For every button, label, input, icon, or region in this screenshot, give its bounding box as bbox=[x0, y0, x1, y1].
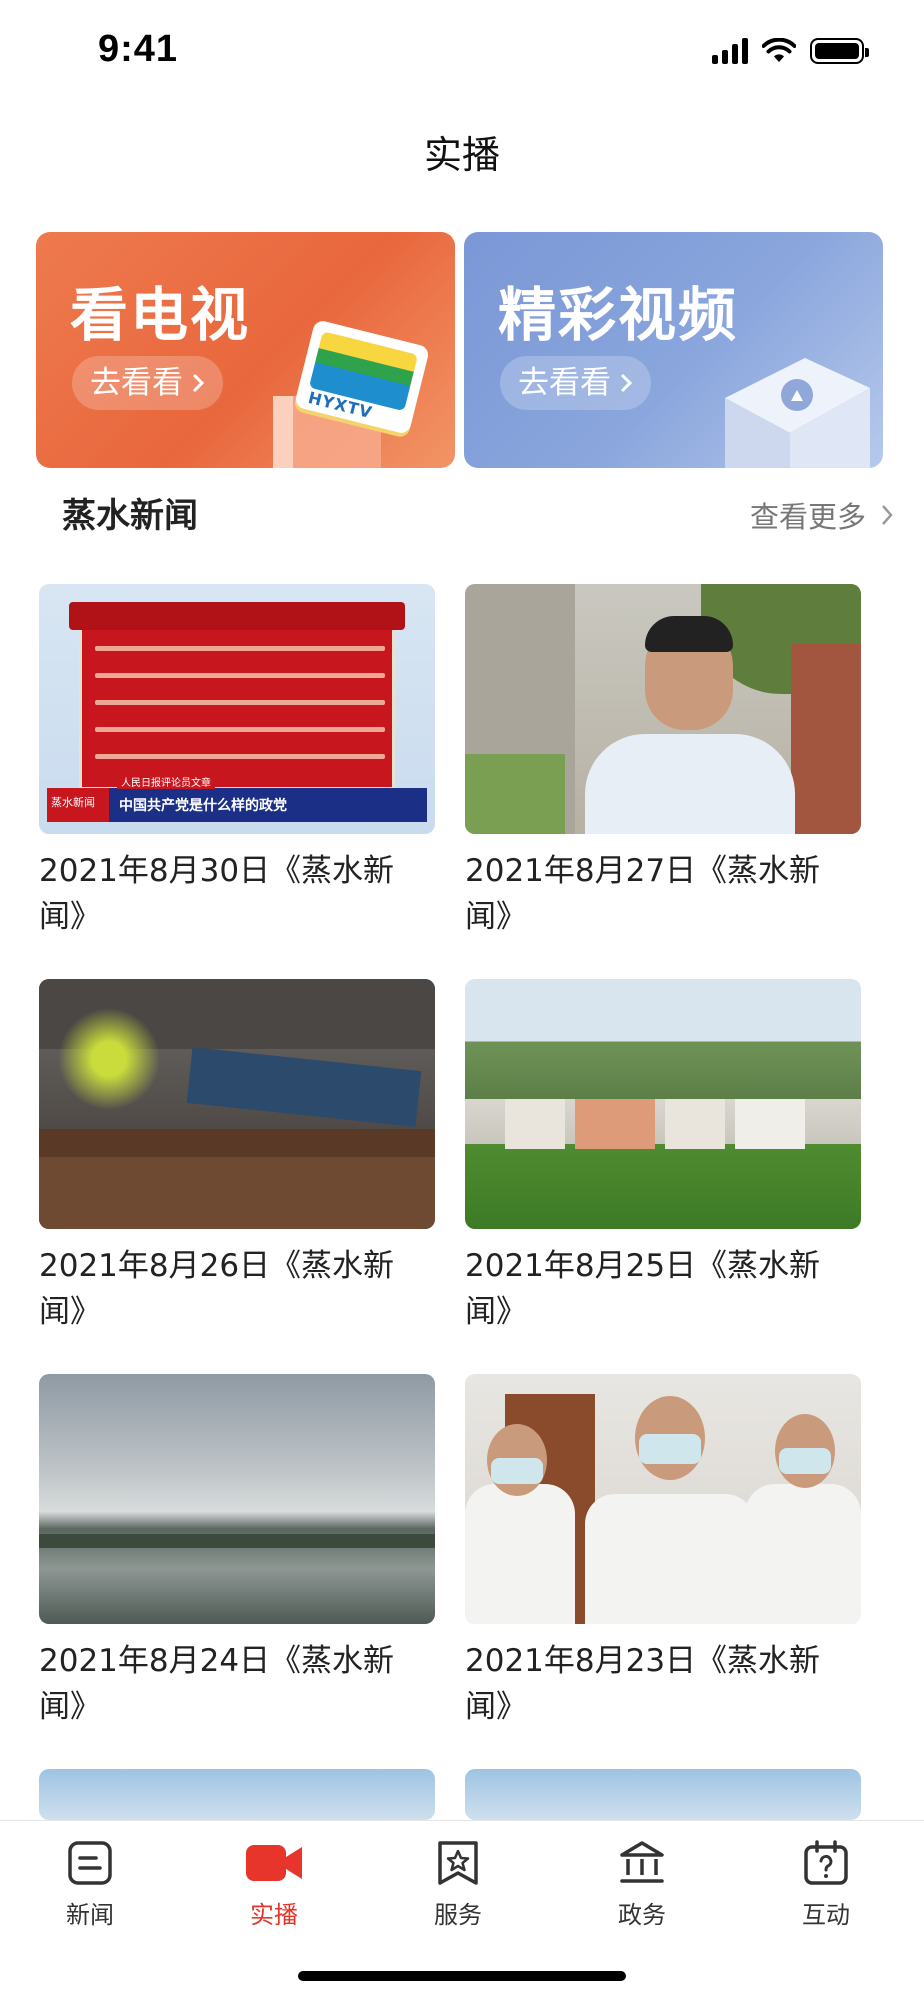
tab-label: 政务 bbox=[618, 1901, 666, 1929]
news-thumbnail: 蒸水新闻 人民日报评论员文章 中国共产党是什么样的政党 bbox=[39, 584, 435, 834]
wifi-icon bbox=[762, 38, 796, 62]
status-time: 9:41 bbox=[98, 28, 179, 70]
banner-title: 看电视 bbox=[70, 281, 251, 349]
banner-title: 精彩视频 bbox=[498, 281, 739, 349]
page-title: 实播 bbox=[423, 133, 500, 177]
news-title: 2021年8月26日《蒸水新闻》 bbox=[39, 1248, 395, 1330]
featured-video-go-button[interactable]: 去看看 bbox=[500, 356, 651, 410]
news-card[interactable]: 蒸水新闻 人民日报评论员文章 中国共产党是什么样的政党 2021年8月30日《蒸… bbox=[39, 584, 435, 940]
see-more-link[interactable]: 查看更多 bbox=[750, 494, 894, 536]
news-thumbnail bbox=[39, 1374, 435, 1624]
chevron-right-icon bbox=[620, 373, 633, 393]
thumb-subcaption: 人民日报评论员文章 bbox=[117, 774, 215, 789]
news-thumbnail[interactable] bbox=[465, 1769, 861, 1820]
news-icon bbox=[68, 1841, 112, 1885]
bookmark-star-icon bbox=[438, 1841, 478, 1885]
news-thumbnail bbox=[465, 1374, 861, 1624]
tab-services[interactable]: 服务 bbox=[398, 1839, 518, 1930]
see-more-label: 查看更多 bbox=[749, 500, 866, 534]
chevron-right-icon bbox=[882, 505, 893, 525]
banner-button-label: 去看看 bbox=[90, 365, 183, 401]
tab-label: 新闻 bbox=[66, 1901, 114, 1929]
tab-label: 服务 bbox=[434, 1901, 482, 1929]
watch-tv-banner[interactable]: 看电视 去看看 HYXTV bbox=[36, 232, 455, 468]
thumb-badge: 蒸水新闻 bbox=[47, 788, 109, 822]
chevron-right-icon bbox=[192, 373, 205, 393]
news-title: 2021年8月24日《蒸水新闻》 bbox=[39, 1643, 395, 1725]
question-calendar-icon bbox=[804, 1840, 848, 1885]
news-thumbnail bbox=[39, 979, 435, 1229]
battery-icon bbox=[810, 38, 869, 64]
tab-label: 实播 bbox=[250, 1901, 298, 1929]
news-card[interactable]: 2021年8月24日《蒸水新闻》 bbox=[39, 1374, 435, 1730]
video-camera-icon bbox=[246, 1845, 302, 1881]
tab-label: 互动 bbox=[802, 1901, 850, 1929]
tab-interact[interactable]: 互动 bbox=[766, 1839, 886, 1930]
cellular-signal-icon bbox=[712, 38, 748, 64]
news-title: 2021年8月25日《蒸水新闻》 bbox=[465, 1248, 821, 1330]
tab-government[interactable]: 政务 bbox=[582, 1839, 702, 1930]
government-building-icon bbox=[620, 1841, 664, 1883]
banner-button-label: 去看看 bbox=[518, 365, 611, 401]
news-title: 2021年8月27日《蒸水新闻》 bbox=[465, 853, 821, 935]
status-bar: 9:41 bbox=[0, 0, 924, 104]
news-title: 2021年8月30日《蒸水新闻》 bbox=[39, 853, 395, 935]
thumb-caption: 中国共产党是什么样的政党 bbox=[119, 798, 287, 814]
status-icons bbox=[712, 38, 869, 64]
news-card[interactable]: 2021年8月27日《蒸水新闻》 bbox=[465, 584, 861, 940]
play-cube-icon bbox=[725, 358, 870, 468]
tv-logo-illustration: HYXTV bbox=[273, 319, 433, 468]
news-title: 2021年8月23日《蒸水新闻》 bbox=[465, 1643, 821, 1725]
news-card[interactable]: 2021年8月23日《蒸水新闻》 bbox=[465, 1374, 861, 1730]
tab-live[interactable]: 实播 bbox=[214, 1839, 334, 1930]
news-thumbnail bbox=[465, 979, 861, 1229]
news-card[interactable]: 2021年8月25日《蒸水新闻》 bbox=[465, 979, 861, 1335]
featured-video-banner[interactable]: 精彩视频 去看看 bbox=[464, 232, 883, 468]
news-thumbnail bbox=[465, 584, 861, 834]
news-card[interactable]: 2021年8月26日《蒸水新闻》 bbox=[39, 979, 435, 1335]
app-screen: 9:41 实播 看电视 去看看 HYXTV 精彩视频 去看看 蒸水新闻 查看更多… bbox=[0, 0, 924, 2000]
tab-news[interactable]: 新闻 bbox=[30, 1839, 150, 1930]
watch-tv-go-button[interactable]: 去看看 bbox=[72, 356, 223, 410]
section-title: 蒸水新闻 bbox=[62, 496, 198, 536]
news-thumbnail[interactable] bbox=[39, 1769, 435, 1820]
home-indicator[interactable] bbox=[298, 1971, 626, 1981]
